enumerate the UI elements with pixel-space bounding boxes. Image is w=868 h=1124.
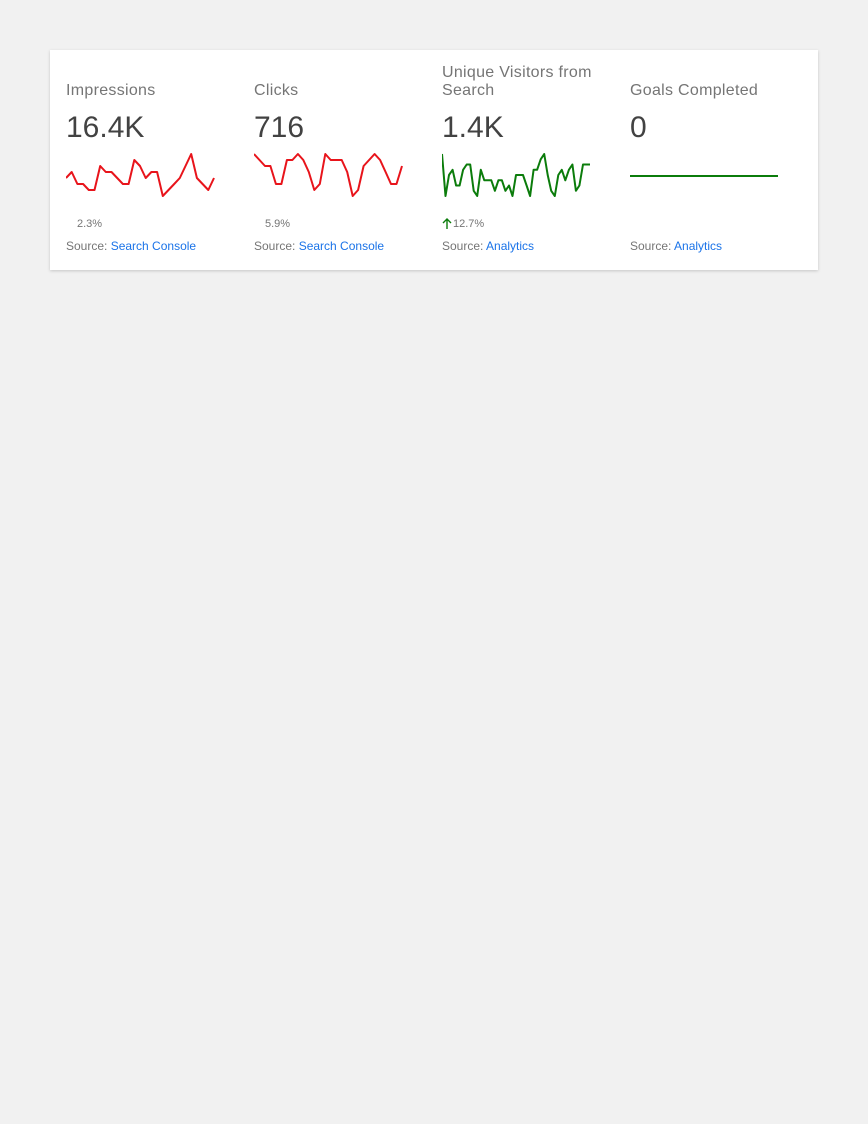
sparkline xyxy=(66,153,215,197)
metric-unique-visitors: Unique Visitors from Search 1.4K 12.7% S… xyxy=(442,50,614,270)
source-link-analytics[interactable]: Analytics xyxy=(486,239,534,253)
change-value: 5.9% xyxy=(265,218,291,230)
metric-title: Goals Completed xyxy=(630,82,759,99)
source-prefix: Source: xyxy=(66,239,108,253)
change-value: 12.7% xyxy=(453,218,485,230)
metric-change xyxy=(630,217,641,231)
metric-title: Unique Visitors from Search xyxy=(442,64,592,99)
sparkline xyxy=(630,175,778,177)
metric-change: 5.9% xyxy=(254,217,290,231)
metric-value: 0 xyxy=(630,111,647,144)
metric-value: 16.4K xyxy=(66,111,145,144)
metric-change: 12.7% xyxy=(442,217,484,231)
sparkline xyxy=(442,153,590,197)
metric-source: Source: Search Console xyxy=(254,239,384,253)
change-value: 2.3% xyxy=(77,218,103,230)
metric-clicks: Clicks 716 5.9% Source: Search Console xyxy=(254,50,426,270)
source-link-search-console[interactable]: Search Console xyxy=(111,239,196,253)
metric-source: Source: Analytics xyxy=(442,239,534,253)
metric-source: Source: Analytics xyxy=(630,239,722,253)
source-prefix: Source: xyxy=(442,239,484,253)
arrow-down-icon xyxy=(254,218,265,230)
metric-title: Clicks xyxy=(254,82,299,99)
sparkline xyxy=(254,153,403,197)
metric-impressions: Impressions 16.4K 2.3% Source: Search Co… xyxy=(66,50,238,270)
metric-goals-completed: Goals Completed 0 Source: Analytics xyxy=(630,50,802,270)
source-link-analytics[interactable]: Analytics xyxy=(674,239,722,253)
search-performance-card: Impressions 16.4K 2.3% Source: Search Co… xyxy=(50,50,818,270)
arrow-down-icon xyxy=(66,218,77,230)
arrow-up-icon xyxy=(442,218,453,230)
sparkline-path xyxy=(254,153,403,197)
trend-indicator xyxy=(630,218,641,230)
sparkline-path xyxy=(442,153,590,197)
metric-title: Impressions xyxy=(66,82,156,99)
source-prefix: Source: xyxy=(254,239,296,253)
metric-value: 716 xyxy=(254,111,305,144)
source-link-search-console[interactable]: Search Console xyxy=(299,239,384,253)
source-prefix: Source: xyxy=(630,239,672,253)
metric-source: Source: Search Console xyxy=(66,239,196,253)
metric-change: 2.3% xyxy=(66,217,102,231)
metric-value: 1.4K xyxy=(442,111,504,144)
sparkline-path xyxy=(66,153,215,197)
